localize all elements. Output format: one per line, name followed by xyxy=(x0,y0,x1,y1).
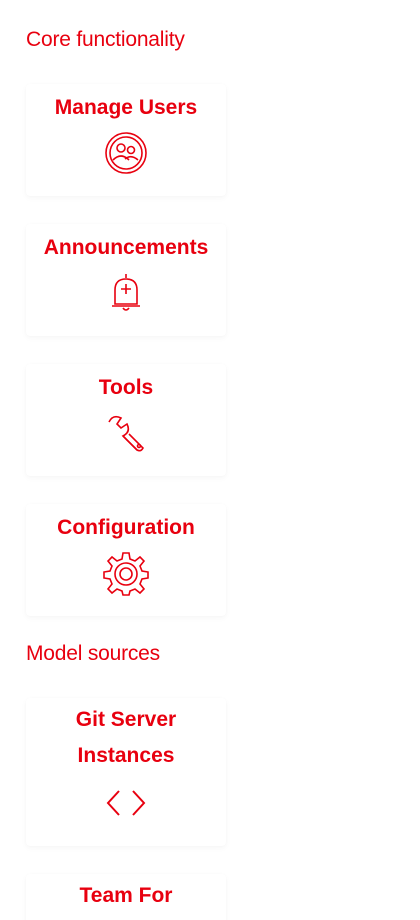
section-title-core: Core functionality xyxy=(26,28,185,51)
team-for-card[interactable]: Team For xyxy=(26,874,226,920)
announcements-card[interactable]: Announcements xyxy=(26,224,226,336)
tools-label: Tools xyxy=(98,376,154,399)
wrench-icon xyxy=(26,410,226,456)
bell-icon xyxy=(26,270,226,316)
manage-users-card[interactable]: Manage Users xyxy=(26,84,226,196)
configuration-label: Configuration xyxy=(57,516,195,539)
announcements-label: Announcements xyxy=(43,236,209,259)
tools-card[interactable]: Tools xyxy=(26,364,226,476)
manage-users-label: Manage Users xyxy=(54,96,198,119)
configuration-card[interactable]: Configuration xyxy=(26,504,226,616)
git-server-instances-label: Git Server Instances xyxy=(75,708,177,767)
code-icon xyxy=(26,786,226,820)
section-title-model-sources: Model sources xyxy=(26,642,160,665)
git-server-instances-card[interactable]: Git Server Instances xyxy=(26,698,226,846)
gear-icon xyxy=(26,550,226,596)
team-for-label: Team For xyxy=(79,884,173,907)
users-icon xyxy=(26,130,226,176)
